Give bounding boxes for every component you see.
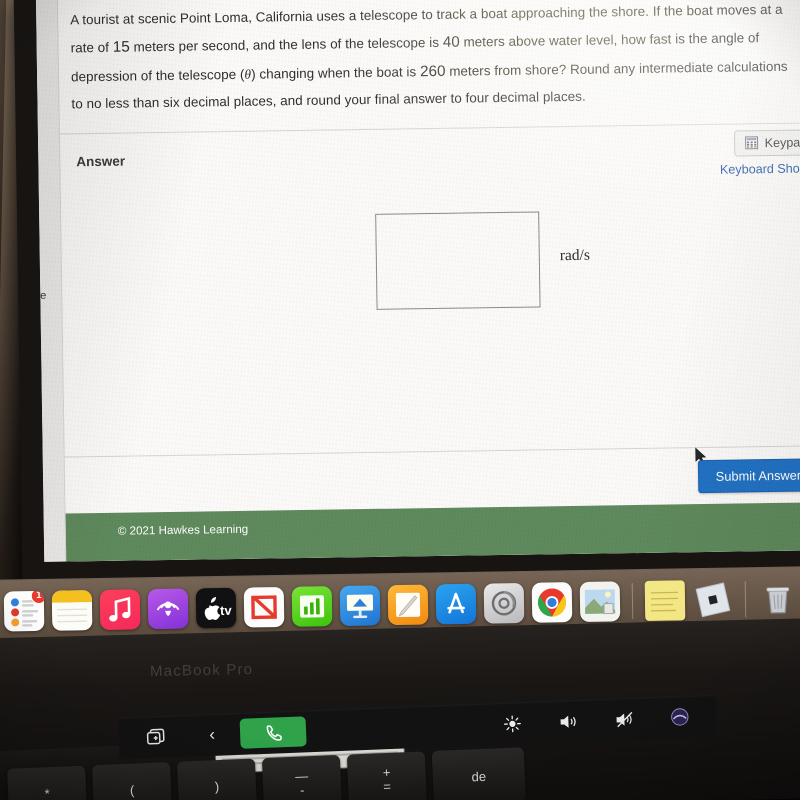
touchbar-spacer bbox=[306, 724, 484, 731]
dock-item-photos[interactable] bbox=[579, 580, 621, 622]
keypad-button-label: Keypad bbox=[764, 135, 800, 150]
dock-item-keynote[interactable] bbox=[339, 584, 381, 626]
question-part-2: meters per second, and the lens of the t… bbox=[129, 34, 443, 55]
key-delete[interactable]: de bbox=[431, 747, 526, 800]
key-paren-open-top: ( bbox=[129, 782, 135, 798]
dock-item-numbers[interactable] bbox=[291, 585, 333, 627]
dock-item-apple-tv[interactable]: tv bbox=[195, 587, 237, 628]
key-paren-close-top: ) bbox=[214, 779, 220, 795]
dock-item-stickies[interactable] bbox=[644, 579, 686, 621]
touchbar-phone-call-button[interactable] bbox=[239, 716, 307, 749]
key-plus-equals[interactable]: + = bbox=[346, 751, 427, 800]
dock-item-app-store[interactable] bbox=[435, 583, 477, 624]
dock-item-trash[interactable] bbox=[758, 578, 799, 619]
touchbar-volume-mute-icon[interactable] bbox=[595, 703, 652, 735]
answer-section: Answer Keypad Keyboard Shortcuts rad/s bbox=[60, 123, 800, 463]
key-minus-underscore[interactable]: — - bbox=[261, 754, 343, 800]
dock-item-podcasts[interactable] bbox=[147, 588, 189, 629]
dock-item-system-preferences[interactable] bbox=[483, 582, 525, 624]
key-paren-open[interactable]: ( bbox=[92, 762, 173, 800]
touchbar-chevron-left-icon[interactable]: ‹ bbox=[184, 719, 241, 751]
key-paren-close[interactable]: ) bbox=[176, 758, 258, 800]
dock-separator-1 bbox=[631, 582, 634, 619]
question-boat-speed: 15 bbox=[112, 38, 130, 56]
answer-unit-label: rad/s bbox=[559, 246, 591, 264]
keyboard-shortcuts-link[interactable]: Keyboard Shortcuts bbox=[720, 161, 800, 177]
macbook-pro-branding: MacBook Pro bbox=[149, 660, 254, 681]
browser-screen: re A tourist at scenic Point Loma, Calif… bbox=[35, 0, 800, 562]
screenshot-root: re A tourist at scenic Point Loma, Calif… bbox=[0, 0, 800, 800]
dock-item-news[interactable] bbox=[243, 586, 285, 628]
hawkes-learning-page: A tourist at scenic Point Loma, Californ… bbox=[57, 0, 800, 562]
key-plus-bottom: = bbox=[383, 778, 392, 795]
question-part-4: ) changing when the boat is bbox=[251, 64, 421, 82]
question-lens-height: 40 bbox=[442, 33, 460, 51]
dock-item-mail[interactable]: 1 bbox=[3, 590, 45, 632]
answer-label: Answer bbox=[76, 153, 126, 170]
submit-answer-button[interactable]: Submit Answer bbox=[697, 458, 800, 493]
keypad-button[interactable]: Keypad bbox=[733, 129, 800, 157]
touchbar-brightness-icon[interactable] bbox=[483, 707, 540, 739]
dock-item-pages[interactable] bbox=[387, 584, 429, 625]
dock-item-google-chrome[interactable] bbox=[531, 581, 573, 623]
key-minus-bottom: - bbox=[299, 782, 305, 798]
touchbar-new-tab-icon[interactable] bbox=[128, 721, 185, 753]
key-asterisk[interactable]: * bbox=[7, 765, 88, 800]
key-asterisk-top: * bbox=[44, 786, 51, 800]
footer-copyright: © 2021 Hawkes Learning bbox=[117, 522, 249, 538]
dock-item-music[interactable] bbox=[99, 588, 141, 630]
answer-input[interactable] bbox=[375, 211, 541, 310]
dock-separator-2 bbox=[744, 580, 747, 617]
key-delete-label: de bbox=[471, 768, 487, 784]
dock-item-notes[interactable] bbox=[51, 589, 93, 631]
keypad-grid-icon bbox=[744, 136, 758, 150]
touchbar-siri-icon[interactable] bbox=[651, 701, 708, 733]
dock-item-roblox[interactable] bbox=[693, 579, 734, 620]
svg-text:tv: tv bbox=[220, 602, 233, 617]
mail-badge-count: 1 bbox=[30, 590, 45, 604]
question-text: A tourist at scenic Point Loma, Californ… bbox=[58, 0, 800, 133]
touchbar-volume-up-icon[interactable] bbox=[539, 705, 596, 737]
question-distance: 260 bbox=[419, 62, 446, 81]
